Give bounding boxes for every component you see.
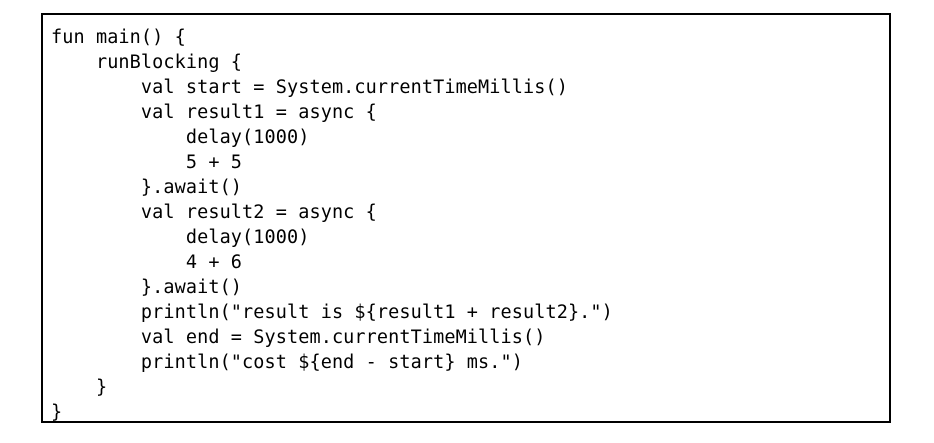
code-line: fun main() {: [51, 27, 186, 48]
code-line: }: [51, 402, 63, 423]
code-line: println("result is ${result1 + result2}.…: [51, 302, 613, 323]
code-line: println("cost ${end - start} ms."): [51, 352, 523, 373]
code-line: val result2 = async {: [51, 202, 377, 223]
code-line: }.await(): [51, 277, 243, 298]
code-line: }: [51, 377, 108, 398]
code-block: fun main() { runBlocking { val start = S…: [41, 13, 891, 423]
code-line: runBlocking {: [51, 52, 243, 73]
code-lines: fun main() { runBlocking { val start = S…: [51, 25, 613, 425]
code-line: 4 + 6: [51, 252, 243, 273]
code-line: delay(1000): [51, 127, 310, 148]
code-line: val start = System.currentTimeMillis(): [51, 77, 568, 98]
code-line: 5 + 5: [51, 152, 243, 173]
code-line: val end = System.currentTimeMillis(): [51, 327, 546, 348]
code-line: val result1 = async {: [51, 102, 377, 123]
code-line: }.await(): [51, 177, 243, 198]
code-line: delay(1000): [51, 227, 310, 248]
